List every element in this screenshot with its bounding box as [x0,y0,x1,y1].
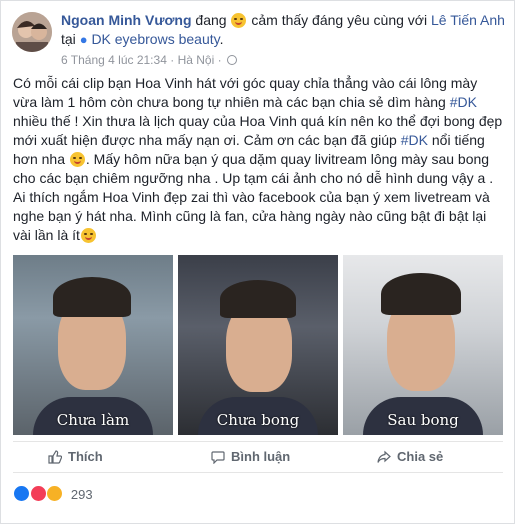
comment-label: Bình luận [231,449,291,464]
like-icon [13,485,30,502]
photo-caption: Chưa làm [56,411,130,429]
hair-shape [381,273,461,315]
smile-emoji-icon [69,152,85,167]
like-label: Thích [68,449,103,464]
location-pin-icon: ● [79,32,88,47]
hashtag-link[interactable]: #DK [450,94,477,110]
photo-not-peeled[interactable]: Chưa bong [178,255,338,435]
share-icon [377,450,391,463]
globe-icon[interactable] [226,55,237,65]
at-text: tại [61,31,76,47]
post-header: Ngoan Minh Vương đang cảm thấy đáng yêu … [61,12,505,47]
avatar[interactable] [12,12,52,52]
hair-shape [53,277,131,317]
reaction-summary[interactable]: 293 [13,485,93,503]
avatar-photo [12,12,52,52]
post-text: Có mỗi cái clip bạn Hoa Vinh hát với góc… [13,74,503,245]
photo-after[interactable]: Sau bong [343,255,503,435]
love-icon [29,485,47,502]
feeling-text: cảm thấy đáng yêu [251,12,370,28]
status-pre: đang [195,12,227,28]
like-button[interactable]: Thích [48,442,103,472]
haha-icon [46,485,64,502]
share-button[interactable]: Chia sẻ [377,442,444,472]
hashtag-link[interactable]: #DK [401,132,428,148]
meta-separator: · [217,53,222,67]
photo-grid: Chưa làm Chưa bong Sau bong [13,255,503,435]
post-meta: 6 Tháng 4 lúc 21:34 · Hà Nội · [61,52,237,68]
photo-before[interactable]: Chưa làm [13,255,173,435]
thumbs-up-icon [48,450,62,464]
comment-button[interactable]: Bình luận [211,442,291,472]
post-location[interactable]: Hà Nội [178,53,215,67]
share-label: Chia sẻ [397,449,444,464]
meta-separator: · [170,53,175,67]
hair-shape [220,280,296,318]
photo-caption: Chưa bong [216,411,300,429]
place-link[interactable]: DK eyebrows beauty [91,31,219,47]
author-name[interactable]: Ngoan Minh Vương [61,12,192,28]
photo-caption: Sau bong [387,411,459,429]
feed-post: Ngoan Minh Vương đang cảm thấy đáng yêu … [0,0,515,524]
post-timestamp[interactable]: 6 Tháng 4 lúc 21:34 [61,53,167,67]
comment-icon [211,451,225,464]
tagged-person-link[interactable]: Lê Tiến Anh [431,12,505,28]
post-text-part: Có mỗi cái clip bạn Hoa Vinh hát với góc… [13,75,478,110]
reaction-count: 293 [70,487,93,502]
post-text-part: nhiều thế ! Xin thưa là lịch quay của Ho… [13,113,503,148]
feeling-emoji-icon [231,13,247,28]
post-actions: Thích Bình luận Chia sẻ [13,441,503,473]
grin-emoji-icon [80,228,96,243]
with-text: cùng với [373,12,428,28]
